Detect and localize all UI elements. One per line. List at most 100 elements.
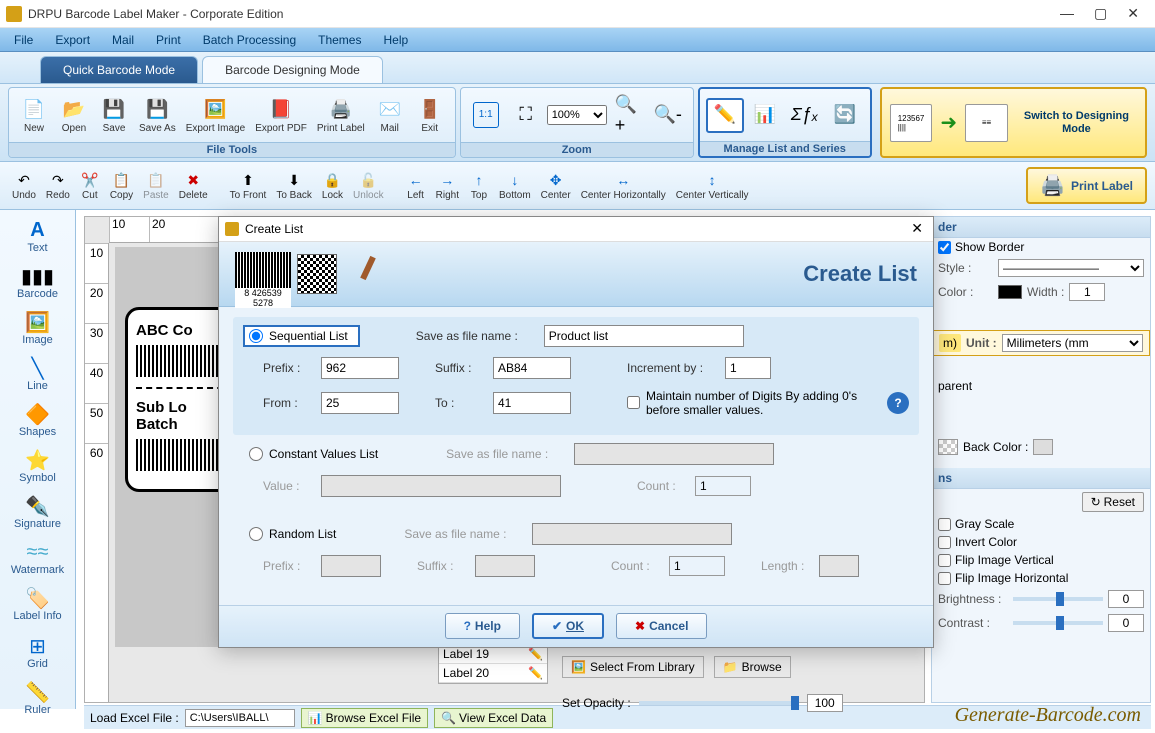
open-button[interactable]: 📂Open bbox=[55, 94, 93, 136]
gray-scale-check[interactable] bbox=[938, 518, 951, 531]
ok-button[interactable]: ✔OK bbox=[532, 613, 604, 639]
maintain-digits-check[interactable] bbox=[627, 396, 640, 409]
reset-button[interactable]: ↻Reset bbox=[1082, 492, 1144, 512]
maximize-button[interactable]: ▢ bbox=[1094, 5, 1107, 22]
center-vertical-button[interactable]: ↕Center Vertically bbox=[672, 168, 753, 203]
menu-help[interactable]: Help bbox=[373, 31, 418, 49]
menu-export[interactable]: Export bbox=[45, 31, 100, 49]
copy-button[interactable]: 📋Copy bbox=[106, 168, 137, 203]
constant-radio[interactable]: Constant Values List bbox=[243, 443, 390, 465]
menu-batch[interactable]: Batch Processing bbox=[193, 31, 306, 49]
browse-button[interactable]: 📁Browse bbox=[714, 656, 791, 678]
menu-print[interactable]: Print bbox=[146, 31, 191, 49]
delete-button[interactable]: ✖Delete bbox=[175, 168, 212, 203]
close-button[interactable]: ✕ bbox=[1127, 5, 1139, 22]
manage-excel-button[interactable]: 📊 bbox=[746, 100, 784, 131]
tool-signature[interactable]: ✒️Signature bbox=[0, 490, 75, 534]
random-radio[interactable]: Random List bbox=[243, 523, 348, 545]
zoom-out-button[interactable]: 🔍- bbox=[649, 100, 687, 131]
save-button[interactable]: 💾Save bbox=[95, 94, 133, 136]
save-as-input[interactable] bbox=[544, 325, 744, 347]
pencil-icon[interactable]: ✏️ bbox=[528, 647, 543, 661]
tool-label-info[interactable]: 🏷️Label Info bbox=[0, 582, 75, 626]
minimize-button[interactable]: — bbox=[1060, 5, 1074, 22]
tool-symbol[interactable]: ⭐Symbol bbox=[0, 444, 75, 488]
sequential-radio[interactable]: Sequential List bbox=[243, 325, 360, 347]
tool-shapes[interactable]: 🔶Shapes bbox=[0, 398, 75, 442]
tab-quick-barcode[interactable]: Quick Barcode Mode bbox=[40, 56, 198, 83]
align-bottom-button[interactable]: ↓Bottom bbox=[495, 168, 535, 203]
browse-excel-button[interactable]: 📊Browse Excel File bbox=[301, 708, 428, 728]
tab-barcode-designing[interactable]: Barcode Designing Mode bbox=[202, 56, 383, 83]
label-list[interactable]: Label 19✏️ Label 20✏️ bbox=[438, 644, 548, 684]
cancel-button[interactable]: ✖Cancel bbox=[616, 613, 707, 639]
show-border-check[interactable] bbox=[938, 241, 951, 254]
increment-input[interactable] bbox=[725, 357, 771, 379]
tool-grid[interactable]: ⊞Grid bbox=[0, 630, 75, 674]
zoom-in-button[interactable]: 🔍+ bbox=[609, 100, 647, 131]
tool-image[interactable]: 🖼️Image bbox=[0, 306, 75, 350]
export-image-button[interactable]: 🖼️Export Image bbox=[182, 94, 249, 136]
print-label-toolbar-button[interactable]: 🖨️ Print Label bbox=[1026, 167, 1147, 204]
from-input[interactable] bbox=[321, 392, 399, 414]
exit-button[interactable]: 🚪Exit bbox=[411, 94, 449, 136]
save-as-button[interactable]: 💾Save As bbox=[135, 94, 180, 136]
switch-mode-button[interactable]: 123567|||| ➜ ≡≡ Switch to Designing Mode bbox=[880, 87, 1147, 158]
suffix-input[interactable] bbox=[493, 357, 571, 379]
to-back-button[interactable]: ⬇To Back bbox=[272, 168, 316, 203]
contrast-value[interactable] bbox=[1108, 614, 1144, 632]
border-style-select[interactable]: ———————— bbox=[998, 259, 1144, 277]
contrast-slider[interactable] bbox=[1013, 621, 1103, 625]
manage-refresh-button[interactable]: 🔄 bbox=[826, 100, 864, 131]
prefix-input[interactable] bbox=[321, 357, 399, 379]
align-center-button[interactable]: ✥Center bbox=[537, 168, 575, 203]
dialog-close-button[interactable]: ✕ bbox=[907, 220, 927, 237]
tool-text[interactable]: AText bbox=[0, 214, 75, 258]
paste-button[interactable]: 📋Paste bbox=[139, 168, 173, 203]
manage-edit-button[interactable]: ✏️ bbox=[706, 98, 744, 133]
view-excel-button[interactable]: 🔍View Excel Data bbox=[434, 708, 553, 728]
help-button[interactable]: ?Help bbox=[445, 613, 520, 639]
zoom-fit-button[interactable]: 1:1 bbox=[467, 100, 505, 131]
export-pdf-button[interactable]: 📕Export PDF bbox=[251, 94, 311, 136]
flip-vertical-check[interactable] bbox=[938, 554, 951, 567]
help-icon-button[interactable]: ? bbox=[887, 392, 909, 414]
zoom-extents-button[interactable]: ⛶ bbox=[507, 100, 545, 131]
mail-button[interactable]: ✉️Mail bbox=[371, 94, 409, 136]
border-color-picker[interactable] bbox=[998, 285, 1022, 299]
brightness-value[interactable] bbox=[1108, 590, 1144, 608]
tool-barcode[interactable]: ▮▮▮Barcode bbox=[0, 260, 75, 304]
menu-mail[interactable]: Mail bbox=[102, 31, 144, 49]
invert-color-check[interactable] bbox=[938, 536, 951, 549]
flip-horizontal-check[interactable] bbox=[938, 572, 951, 585]
redo-button[interactable]: ↷Redo bbox=[42, 168, 74, 203]
tool-line[interactable]: ╲Line bbox=[0, 352, 75, 396]
undo-button[interactable]: ↶Undo bbox=[8, 168, 40, 203]
menu-file[interactable]: File bbox=[4, 31, 43, 49]
opacity-value[interactable] bbox=[807, 694, 843, 712]
tool-ruler[interactable]: 📏Ruler bbox=[0, 676, 75, 720]
new-button[interactable]: 📄New bbox=[15, 94, 53, 136]
to-input[interactable] bbox=[493, 392, 571, 414]
menu-themes[interactable]: Themes bbox=[308, 31, 371, 49]
cut-button[interactable]: ✂️Cut bbox=[76, 168, 104, 203]
back-color-swatch[interactable] bbox=[938, 439, 958, 455]
print-label-button[interactable]: 🖨️Print Label bbox=[313, 94, 369, 136]
excel-path-input[interactable] bbox=[185, 709, 295, 727]
back-color-picker[interactable] bbox=[1033, 439, 1053, 455]
unit-select[interactable]: Milimeters (mm bbox=[1002, 334, 1143, 352]
pencil-icon[interactable]: ✏️ bbox=[528, 666, 543, 680]
center-horizontal-button[interactable]: ↔Center Horizontally bbox=[577, 168, 670, 203]
to-front-button[interactable]: ⬆To Front bbox=[226, 168, 271, 203]
manage-formula-button[interactable]: Σƒₓ bbox=[786, 100, 824, 131]
tool-watermark[interactable]: ≈≈Watermark bbox=[0, 536, 75, 580]
zoom-select[interactable]: 100% bbox=[547, 105, 607, 125]
align-right-button[interactable]: →Right bbox=[432, 168, 463, 203]
unlock-button[interactable]: 🔓Unlock bbox=[349, 168, 388, 203]
select-from-library-button[interactable]: 🖼️Select From Library bbox=[562, 656, 704, 678]
lock-button[interactable]: 🔒Lock bbox=[318, 168, 347, 203]
border-width-input[interactable] bbox=[1069, 283, 1105, 301]
align-top-button[interactable]: ↑Top bbox=[465, 168, 493, 203]
brightness-slider[interactable] bbox=[1013, 597, 1103, 601]
opacity-slider[interactable] bbox=[639, 701, 799, 705]
